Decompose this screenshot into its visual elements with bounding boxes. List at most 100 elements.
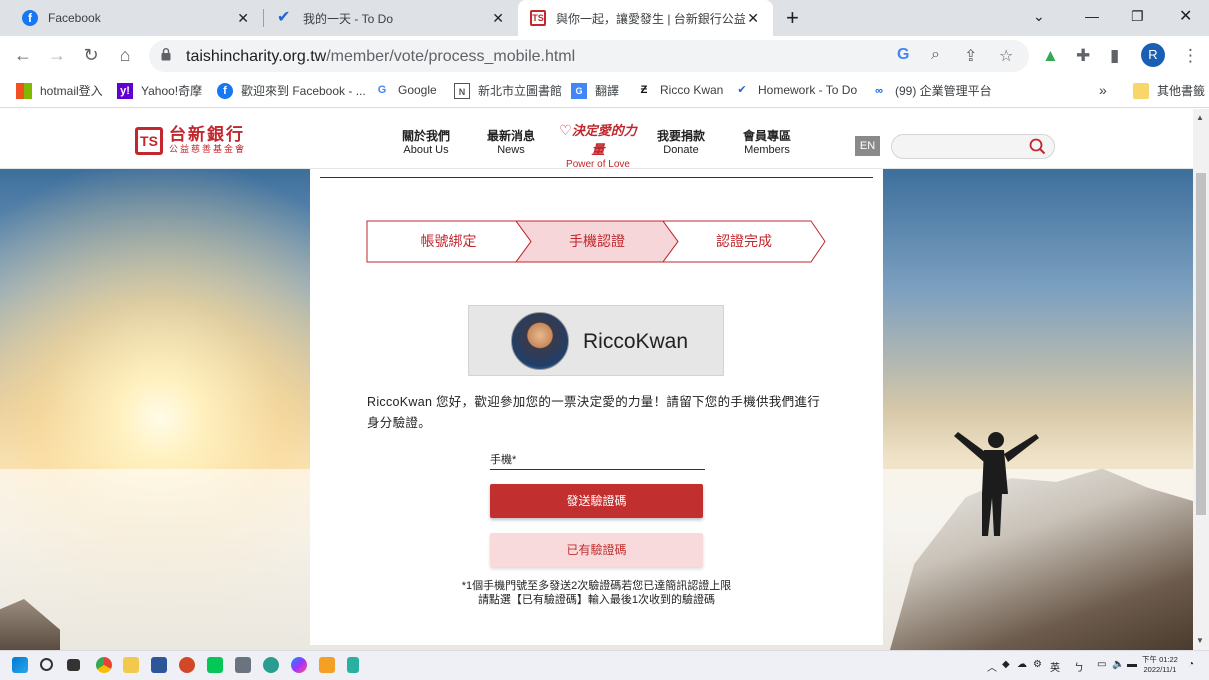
- ime-mode-icon[interactable]: ㄅ: [1074, 659, 1084, 674]
- phone-input[interactable]: 手機*: [490, 453, 705, 470]
- app-orange-icon[interactable]: [319, 657, 335, 673]
- profile-name: RiccoKwan: [583, 330, 689, 353]
- home-icon[interactable]: ⌂: [114, 45, 136, 66]
- bookmark-label: 翻譯: [595, 84, 620, 98]
- yahoo-icon: y!: [117, 82, 133, 99]
- bookmark-hotmail[interactable]: hotmail登入: [16, 82, 103, 99]
- system-clock[interactable]: 下午 01:22 2022/11/1: [1142, 655, 1178, 675]
- have-code-button[interactable]: 已有驗證碼: [490, 533, 703, 567]
- new-tab-plus-icon[interactable]: +: [786, 5, 799, 31]
- google-drive-icon[interactable]: ▲: [1042, 46, 1059, 66]
- lock-icon: [161, 48, 171, 61]
- bookmark-label: hotmail登入: [40, 84, 103, 98]
- tab-facebook[interactable]: f Facebook ✕: [8, 0, 263, 36]
- search-icon[interactable]: [1029, 138, 1046, 155]
- back-arrow-icon[interactable]: ←: [12, 45, 34, 66]
- volume-icon[interactable]: 🔈: [1112, 659, 1124, 670]
- notepad-icon[interactable]: [347, 657, 359, 673]
- scroll-thumb[interactable]: [1196, 173, 1206, 515]
- network-icon[interactable]: ▭: [1097, 659, 1106, 670]
- dropbox-icon[interactable]: ◆: [1002, 659, 1010, 670]
- bookmark-label: 其他書籤: [1157, 84, 1206, 98]
- bookmark-star-icon[interactable]: ☆: [999, 46, 1013, 66]
- file-explorer-icon[interactable]: [123, 657, 139, 673]
- zoom-icon[interactable]: ⌕: [931, 46, 940, 64]
- nav-donate[interactable]: 我要捐款 Donate: [641, 130, 721, 157]
- facebook-icon: f: [22, 10, 38, 26]
- todo-icon: ✔: [277, 9, 291, 26]
- chrome-icon[interactable]: [96, 657, 112, 673]
- ricco-icon: Ƶ: [640, 84, 648, 96]
- onedrive-icon[interactable]: ☁: [1017, 659, 1027, 670]
- nav-about[interactable]: 關於我們 About Us: [386, 130, 466, 157]
- app-icon[interactable]: [235, 657, 251, 673]
- settings-tray-icon[interactable]: ⚙: [1033, 659, 1042, 670]
- messenger-icon[interactable]: [291, 657, 307, 673]
- bookmark-homework[interactable]: ✔ Homework - To Do: [734, 82, 857, 98]
- nav-power-of-love[interactable]: ♡決定愛的力量 Power of Love: [553, 120, 643, 172]
- hiker-silhouette: [954, 432, 1039, 536]
- tray-chevron-icon[interactable]: ︿: [987, 659, 997, 674]
- line-icon[interactable]: [207, 657, 223, 673]
- send-code-button[interactable]: 發送驗證碼: [490, 484, 703, 518]
- close-icon[interactable]: ✕: [747, 10, 759, 27]
- bookmark-ricco[interactable]: Ƶ Ricco Kwan: [636, 82, 724, 98]
- bookmark-other[interactable]: 其他書籤: [1133, 82, 1205, 99]
- bookmark-label: Homework - To Do: [758, 83, 858, 97]
- scroll-up-arrow-icon[interactable]: ▲: [1196, 113, 1204, 122]
- bookmark-facebook[interactable]: f 歡迎來到 Facebook - ...: [217, 82, 366, 99]
- task-view-icon[interactable]: [67, 659, 80, 671]
- powerpoint-icon[interactable]: [179, 657, 195, 673]
- profile-avatar[interactable]: R: [1141, 43, 1165, 67]
- bookmark-label: Google: [398, 83, 437, 97]
- bookmark-yahoo[interactable]: y! Yahoo!奇摩: [117, 82, 202, 99]
- tab-title: Facebook: [48, 11, 101, 25]
- menu-dots-icon[interactable]: ⋮: [1182, 46, 1199, 66]
- search-icon[interactable]: [40, 658, 53, 671]
- url-text: taishincharity.org.tw/member/vote/proces…: [186, 48, 575, 66]
- nav-news[interactable]: 最新消息 News: [471, 130, 551, 157]
- site-search-input[interactable]: [891, 134, 1055, 159]
- nav-label-zh: 關於我們: [401, 129, 450, 143]
- window-close-icon[interactable]: ✕: [1179, 6, 1192, 26]
- windows-start-icon[interactable]: [12, 657, 28, 673]
- nav-label-en: Donate: [663, 144, 699, 156]
- scroll-down-arrow-icon[interactable]: ▼: [1196, 636, 1204, 645]
- close-icon[interactable]: ✕: [237, 10, 249, 27]
- step-account-binding: 帳號綁定: [366, 220, 531, 263]
- side-panel-icon[interactable]: ▮: [1110, 46, 1119, 66]
- library-icon: N: [454, 82, 470, 99]
- globe-app-icon[interactable]: [263, 657, 279, 673]
- tab-taishin[interactable]: TS 與你一起，讓愛發生 | 台新銀行公益慈善 ✕: [518, 0, 773, 36]
- bookmark-google[interactable]: G Google: [374, 82, 437, 98]
- bookmarks-overflow-chevron[interactable]: »: [1099, 82, 1107, 98]
- address-bar[interactable]: taishincharity.org.tw/member/vote/proces…: [149, 40, 1029, 72]
- step-label: 手機認證: [569, 233, 625, 249]
- nav-members[interactable]: 會員專區 Members: [727, 130, 807, 157]
- ime-indicator[interactable]: 英: [1050, 659, 1060, 674]
- extensions-puzzle-icon[interactable]: ✚: [1076, 46, 1090, 66]
- bookmark-meta[interactable]: ∞ (99) 企業管理平台: [871, 82, 992, 99]
- folder-icon: [1133, 82, 1149, 99]
- language-toggle-button[interactable]: EN: [855, 136, 880, 156]
- close-icon[interactable]: ✕: [492, 10, 504, 27]
- page-scrollbar[interactable]: ▲ ▼: [1193, 109, 1209, 650]
- share-icon[interactable]: ⇪: [964, 46, 977, 66]
- reload-icon[interactable]: ↻: [80, 45, 102, 66]
- notification-icon[interactable]: ◔: [1188, 659, 1194, 670]
- tab-todo[interactable]: ✔ 我的一天 - To Do ✕: [263, 0, 518, 36]
- greeting-text: RiccoKwan 您好，歡迎參加您的一票決定愛的力量！請留下您的手機供我們進行…: [367, 395, 820, 430]
- restore-icon[interactable]: ❐: [1131, 8, 1144, 25]
- tab-search-chevron-icon[interactable]: ⌄: [1033, 8, 1045, 25]
- windows-taskbar: ︿ ◆ ☁ ⚙ 英 ㄅ ▭ 🔈 ▬ 下午 01:22 2022/11/1 ◔: [0, 650, 1209, 680]
- bookmark-translate[interactable]: G 翻譯: [571, 82, 619, 99]
- forward-arrow-icon[interactable]: →: [46, 45, 68, 66]
- word-icon[interactable]: [151, 657, 167, 673]
- bookmark-library[interactable]: N 新北市立圖書館: [454, 82, 562, 99]
- site-logo[interactable]: TS 台新銀行 公益慈善基金會: [135, 126, 246, 155]
- battery-icon[interactable]: ▬: [1127, 659, 1137, 670]
- minimize-icon[interactable]: —: [1085, 8, 1099, 24]
- google-lens-icon[interactable]: G: [897, 46, 909, 64]
- logo-sub-text: 公益慈善基金會: [169, 144, 247, 154]
- progress-steps: 帳號綁定 手機認證 認證完成: [366, 220, 826, 263]
